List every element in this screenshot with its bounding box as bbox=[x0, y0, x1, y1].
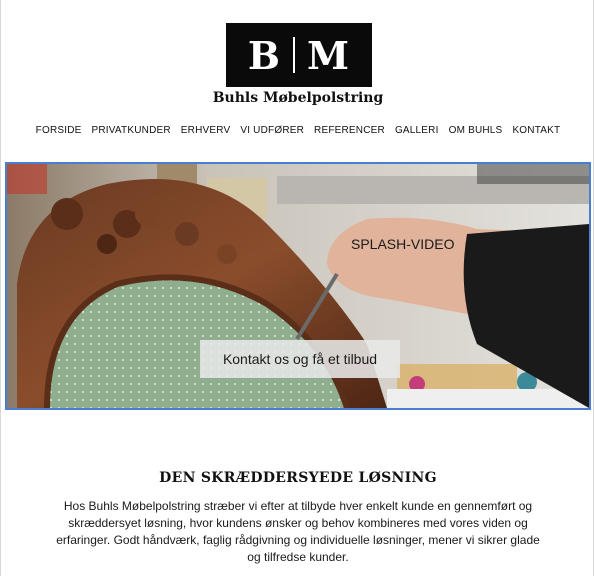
main-nav: FORSIDE PRIVATKUNDER ERHVERV VI UDFØRER … bbox=[1, 125, 593, 136]
brand-name: Buhls Møbelpolstring bbox=[212, 90, 384, 106]
nav-item-om-buhls[interactable]: OM BUHLS bbox=[444, 125, 508, 136]
nav-item-galleri[interactable]: GALLERI bbox=[390, 125, 444, 136]
contact-cta-button[interactable]: Kontakt os og få et tilbud bbox=[200, 340, 400, 378]
page: B M Buhls Møbelpolstring FORSIDE PRIVATK… bbox=[0, 0, 594, 576]
logo[interactable]: B M bbox=[226, 23, 372, 87]
nav-item-referencer[interactable]: REFERENCER bbox=[309, 125, 390, 136]
logo-letter-b: B bbox=[247, 32, 282, 78]
splash-video-label: SPLASH-VIDEO bbox=[351, 236, 455, 252]
nav-item-forside[interactable]: FORSIDE bbox=[31, 125, 87, 136]
nav-item-kontakt[interactable]: KONTAKT bbox=[507, 125, 565, 136]
nav-item-privatkunder[interactable]: PRIVATKUNDER bbox=[87, 125, 176, 136]
hero-video[interactable]: SPLASH-VIDEO Kontakt os og få et tilbud bbox=[5, 162, 591, 410]
section-body: Hos Buhls Møbelpolstring stræber vi efte… bbox=[56, 499, 540, 564]
nav-item-erhverv[interactable]: ERHVERV bbox=[176, 125, 236, 136]
logo-letter-m: M bbox=[307, 32, 351, 78]
nav-item-vi-udforer[interactable]: VI UDFØRER bbox=[235, 125, 309, 136]
logo-divider bbox=[293, 37, 296, 73]
logo-mark: B M bbox=[248, 33, 350, 78]
section-title: DEN SKRÆDDERSYEDE LØSNING bbox=[159, 470, 437, 486]
